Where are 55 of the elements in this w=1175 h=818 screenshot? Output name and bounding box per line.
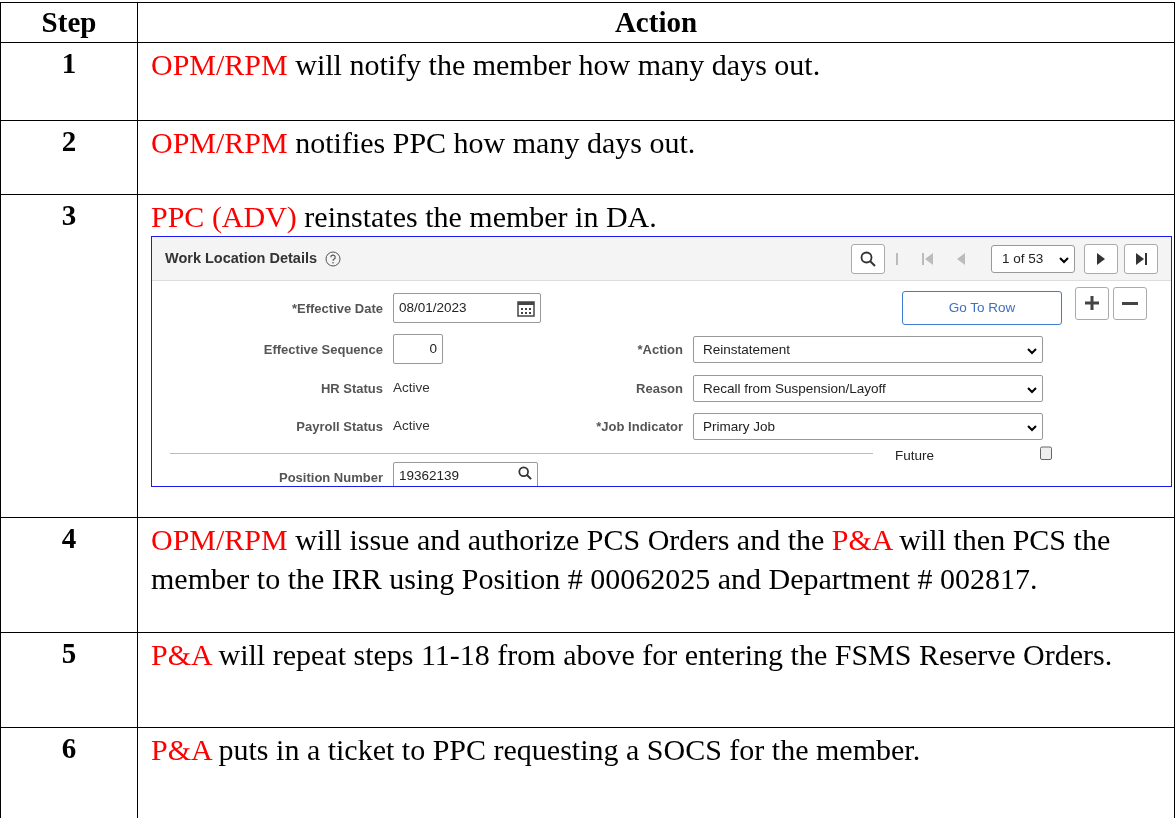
step-number: 1 bbox=[61, 46, 77, 81]
step-number: 2 bbox=[61, 124, 77, 159]
field-label: *Action bbox=[637, 342, 683, 357]
search-button[interactable] bbox=[851, 243, 885, 274]
search-icon bbox=[518, 466, 532, 480]
search-icon bbox=[860, 250, 876, 267]
field-label: Effective Sequence bbox=[263, 342, 383, 357]
separator-icon bbox=[896, 252, 898, 265]
add-row-button[interactable] bbox=[1075, 286, 1109, 320]
date-field[interactable]: 08/01/2023 bbox=[393, 293, 541, 323]
sequence-field[interactable]: 0 bbox=[393, 334, 443, 364]
calendar-icon bbox=[517, 299, 535, 317]
last-page-button[interactable] bbox=[1124, 243, 1158, 274]
dropdown-field[interactable]: Reinstatement bbox=[693, 335, 1043, 363]
field-label: HR Status bbox=[320, 381, 383, 396]
go-to-row-button[interactable]: Go To Row bbox=[902, 291, 1062, 325]
chevron-down-icon bbox=[1027, 347, 1037, 355]
field-label: Payroll Status bbox=[296, 419, 383, 434]
column-header: Action bbox=[614, 4, 698, 40]
previous-page-icon bbox=[957, 252, 965, 265]
column-header: Step bbox=[41, 4, 97, 40]
field-label: Position Number bbox=[279, 470, 383, 485]
step-description: P&A will repeat steps 11-18 from above for entering the FSMS Reserve Orders. bbox=[150, 637, 1114, 673]
field-label: *Job Indicator bbox=[596, 419, 683, 434]
field-label: Reason bbox=[636, 381, 683, 396]
last-page-icon bbox=[1135, 252, 1147, 265]
chevron-down-icon bbox=[1027, 386, 1037, 394]
position-field[interactable]: 19362139 bbox=[393, 462, 538, 486]
chevron-down-icon bbox=[1059, 256, 1069, 264]
minus-icon bbox=[1122, 301, 1138, 305]
step-description: P&A puts in a ticket to PPC requesting a SOCS for the member. bbox=[150, 732, 922, 768]
step-number: 6 bbox=[61, 731, 77, 766]
note-icon bbox=[1040, 446, 1053, 460]
step-description: OPM/RPM will issue and authorize PCS Orders and the P&A will then PCS the member to the IRR using Position # 00062025 and Department # 002817. bbox=[150, 522, 1112, 597]
remove-row-button[interactable] bbox=[1113, 286, 1147, 320]
next-page-button[interactable] bbox=[1084, 243, 1118, 274]
step-number: 5 bbox=[61, 636, 77, 671]
panel-title: Work Location Details bbox=[165, 248, 317, 268]
first-page-icon bbox=[922, 252, 933, 265]
dropdown-field[interactable]: Recall from Suspension/Layoff bbox=[693, 374, 1043, 402]
page-dropdown[interactable]: 1 of 53 bbox=[991, 244, 1075, 273]
step-number: 3 bbox=[61, 198, 77, 233]
help-icon bbox=[325, 250, 341, 267]
step-number: 4 bbox=[61, 521, 77, 556]
status-value: Active bbox=[393, 378, 431, 397]
future-label: Future bbox=[895, 446, 935, 465]
step-description: OPM/RPM will notify the member how many days out. bbox=[150, 47, 822, 83]
next-page-icon bbox=[1097, 252, 1105, 265]
field-label: *Effective Date bbox=[291, 301, 383, 316]
plus-icon bbox=[1085, 296, 1099, 310]
step-description: OPM/RPM notifies PPC how many days out. bbox=[150, 125, 697, 161]
dropdown-field[interactable]: Primary Job bbox=[693, 412, 1043, 440]
status-value: Active bbox=[393, 416, 431, 435]
step-description: PPC (ADV) reinstates the member in DA. bbox=[150, 199, 658, 235]
chevron-down-icon bbox=[1027, 424, 1037, 432]
